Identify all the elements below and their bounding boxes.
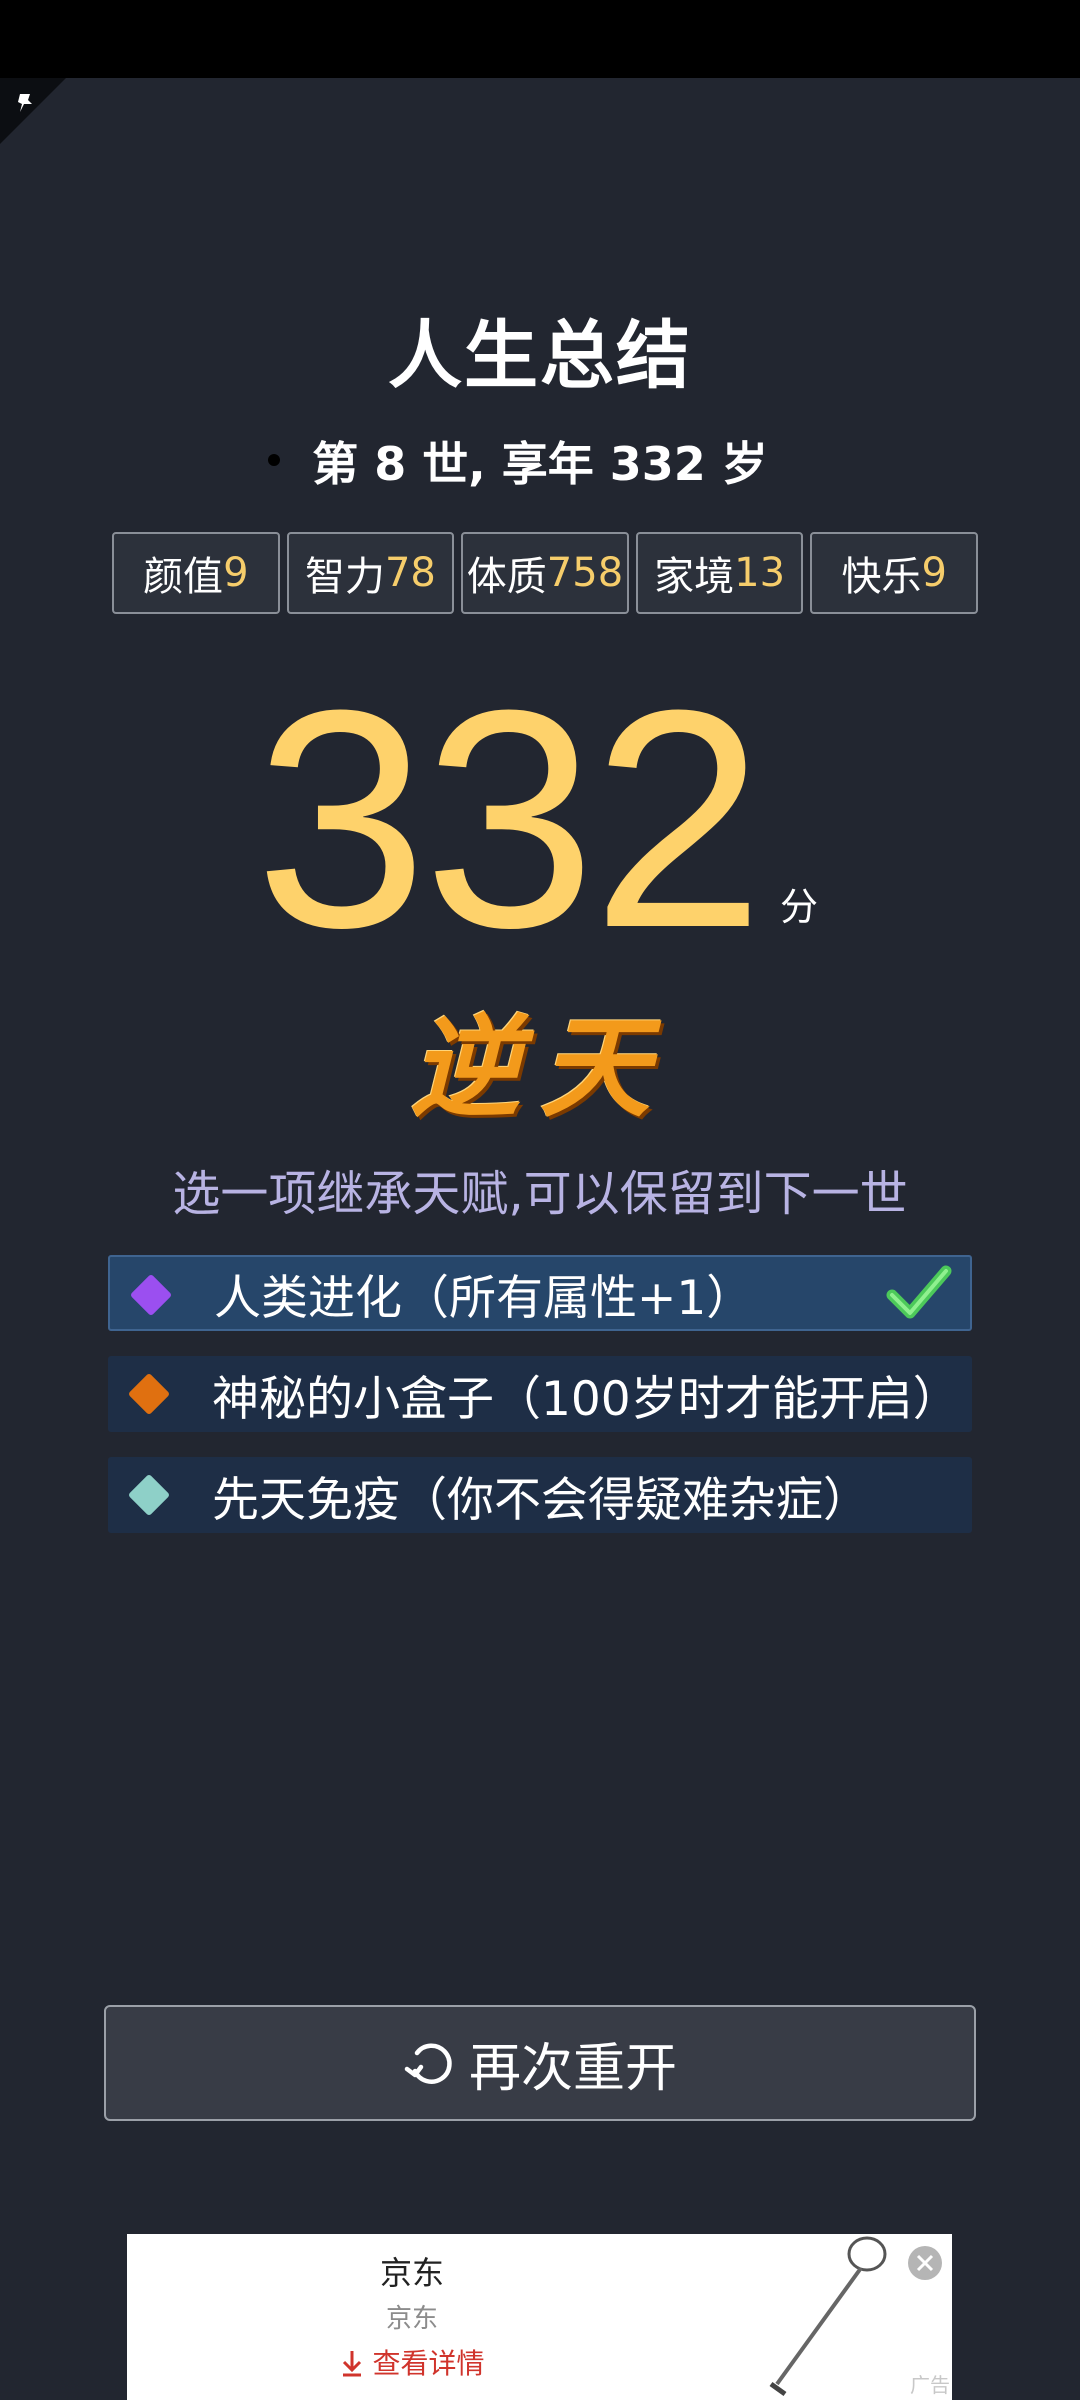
teal-gem-icon: [127, 1473, 171, 1517]
talent-list: 人类进化（所有属性+1） 神秘的小盒子（100岁时才能开启） 先天免疫（你不会得…: [108, 1255, 972, 1558]
ad-details-link[interactable]: 查看详情: [127, 2342, 697, 2382]
talent-label: 神秘的小盒子（100岁时才能开启）: [212, 1371, 960, 1427]
life-summary-text: 第 8 世, 享年 332 岁: [312, 437, 768, 491]
stat-constitution: 体质 758: [461, 532, 629, 614]
stat-intelligence: 智力 78: [286, 532, 455, 614]
pin-icon[interactable]: [14, 90, 40, 116]
ad-product-image: [769, 2236, 887, 2397]
stat-label: 智力: [304, 554, 385, 600]
talent-option[interactable]: 先天免疫（你不会得疑难杂症）: [108, 1457, 972, 1533]
bullet-dot: [268, 454, 280, 466]
talent-label: 人类进化（所有属性+1）: [214, 1270, 754, 1326]
score-unit: 分: [780, 885, 819, 929]
stat-label: 体质: [466, 554, 547, 600]
ad-link-label: 查看详情: [372, 2347, 485, 2380]
stat-happiness: 快乐 9: [810, 532, 978, 614]
checkmark-icon: [886, 1265, 952, 1319]
status-bar: [0, 0, 1080, 78]
stat-value: 758: [546, 550, 624, 596]
score-grade: 逆天: [410, 1003, 670, 1132]
stat-label: 家境: [654, 554, 735, 600]
stat-family: 家境 13: [635, 532, 804, 614]
orange-gem-icon: [127, 1372, 171, 1416]
page-title: 人生总结: [388, 313, 692, 399]
stat-value: 13: [734, 550, 786, 596]
ad-title: 京东: [379, 2254, 444, 2292]
total-score: 332: [255, 645, 764, 992]
ad-banner[interactable]: 京东 京东 查看详情 广告: [127, 2234, 952, 2400]
stat-appearance: 颜值 9: [112, 532, 280, 614]
restart-label: 再次重开: [468, 2038, 677, 2099]
attribute-stats: 颜值 9 智力 78 体质 758 家境 13 快乐 9: [112, 532, 978, 614]
refresh-icon: [404, 2043, 452, 2084]
stat-value: 9: [921, 550, 947, 596]
inherit-prompt: 选一项继承天赋,可以保留到下一世: [172, 1166, 908, 1222]
purple-gem-icon: [129, 1273, 173, 1317]
stat-label: 快乐: [841, 554, 922, 600]
life-summary-line: 第 8 世, 享年 332 岁: [0, 428, 1080, 494]
talent-option[interactable]: 神秘的小盒子（100岁时才能开启）: [108, 1356, 972, 1432]
stat-label: 颜值: [143, 554, 224, 600]
stat-value: 78: [384, 550, 436, 596]
close-icon[interactable]: [906, 2244, 944, 2282]
talent-option[interactable]: 人类进化（所有属性+1）: [108, 1255, 972, 1331]
restart-button[interactable]: 再次重开: [104, 2005, 976, 2121]
ad-subtitle: 京东: [385, 2304, 438, 2334]
talent-label: 先天免疫（你不会得疑难杂症）: [212, 1472, 870, 1528]
download-arrow-icon: [342, 2351, 361, 2377]
ad-tag: 广告: [910, 2373, 950, 2397]
stat-value: 9: [223, 550, 249, 596]
